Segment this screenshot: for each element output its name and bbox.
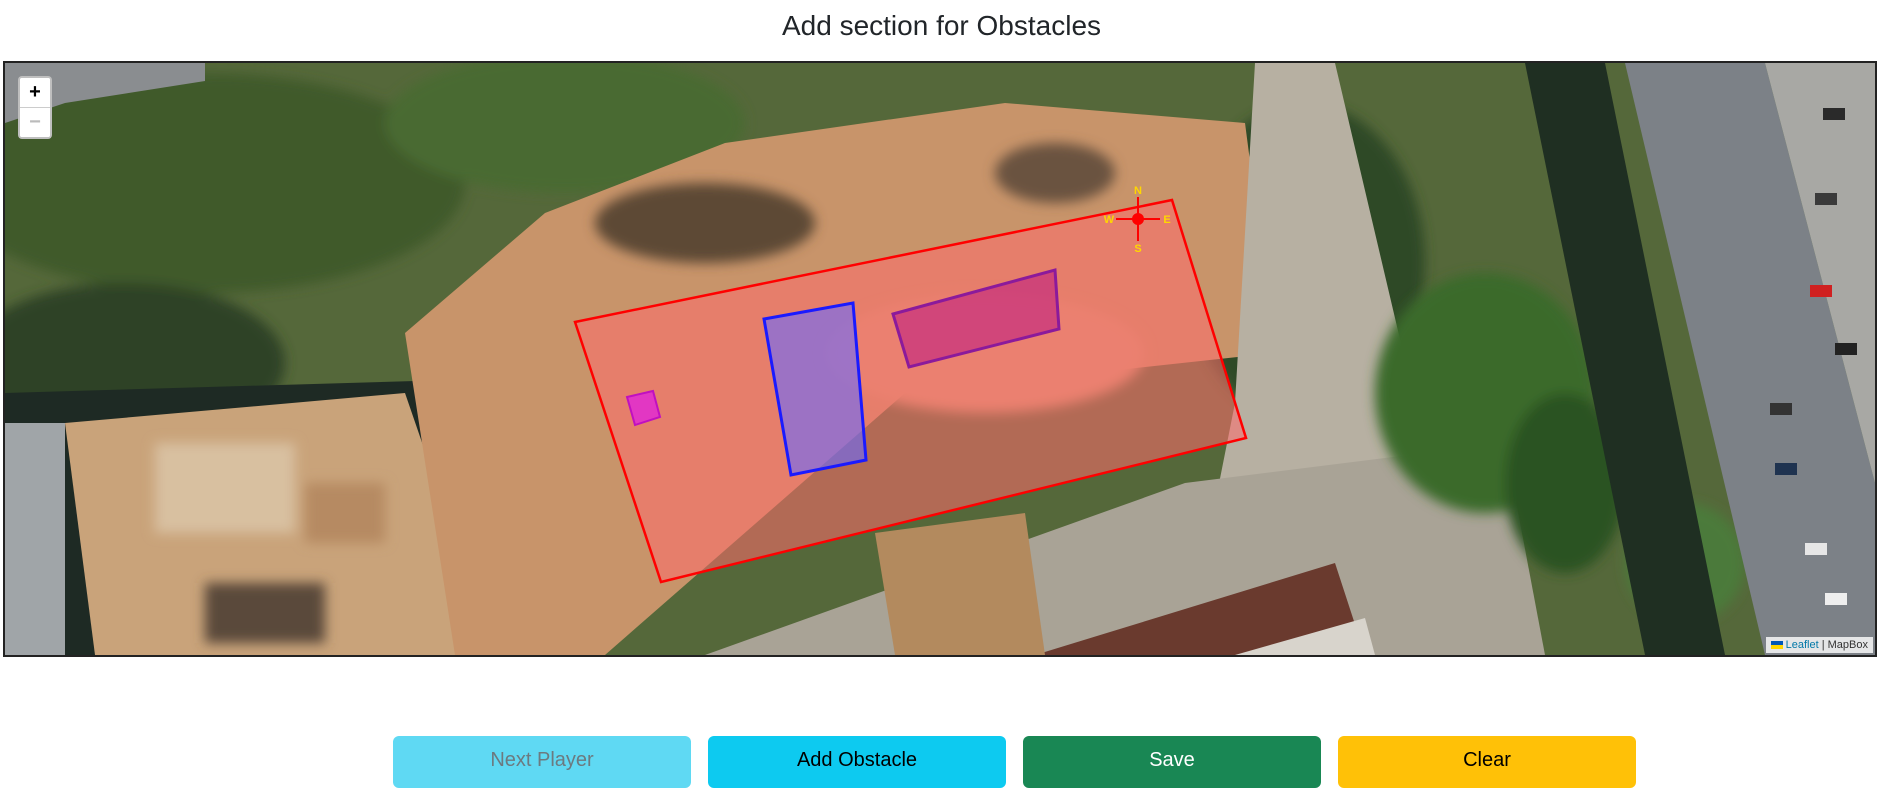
map-imagery[interactable]: N S E W	[5, 63, 1875, 655]
clear-button[interactable]: Clear	[1338, 736, 1636, 788]
dirt-patch	[875, 513, 1045, 655]
page-title: Add section for Obstacles	[781, 10, 1102, 41]
compass-east-label: E	[1163, 214, 1170, 226]
side-building	[5, 423, 65, 655]
zoom-out-button[interactable]: −	[20, 108, 50, 137]
next-player-button[interactable]: Next Player	[393, 736, 691, 788]
compass-north-label: N	[1134, 185, 1142, 197]
add-obstacle-button[interactable]: Add Obstacle	[708, 736, 1006, 788]
ukraine-flag-icon	[1770, 641, 1783, 650]
zoom-in-button[interactable]: +	[20, 78, 50, 108]
save-button[interactable]: Save	[1023, 736, 1321, 788]
compass-west-label: W	[1104, 214, 1115, 226]
attribution-source: MapBox	[1827, 639, 1868, 651]
satellite-map[interactable]: N S E W + − Leaflet | MapBox	[3, 61, 1877, 657]
compass-south-label: S	[1134, 243, 1141, 255]
map-attribution: Leaflet | MapBox	[1765, 637, 1873, 653]
zoom-control: + −	[18, 76, 52, 139]
attribution-separator: |	[1818, 639, 1828, 651]
action-bar: Next Player Add Obstacle Save Clear	[0, 736, 1883, 788]
leaflet-link[interactable]: Leaflet	[1786, 639, 1819, 651]
